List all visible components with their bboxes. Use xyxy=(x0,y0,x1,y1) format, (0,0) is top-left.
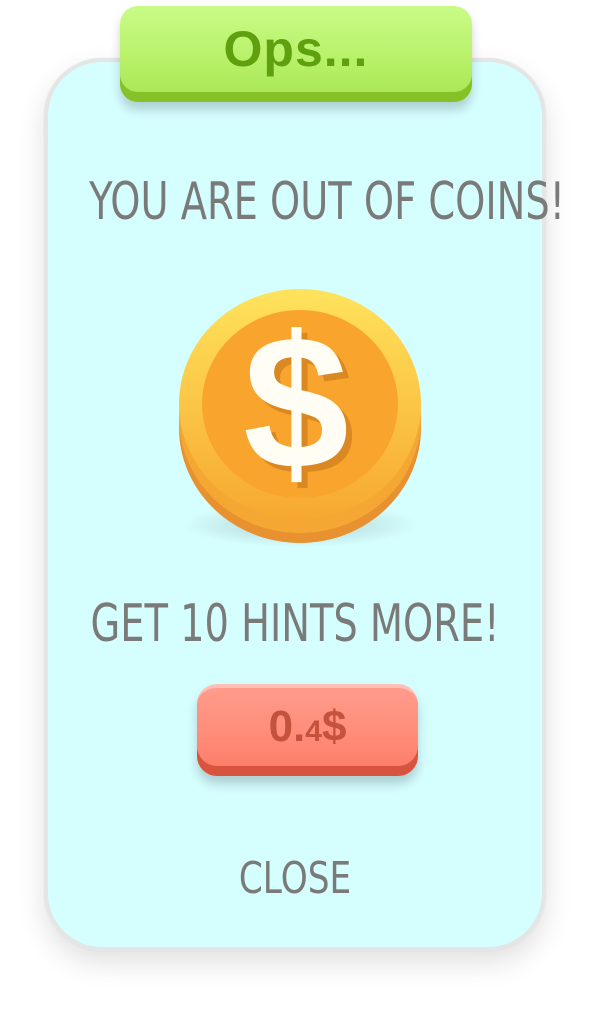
title-banner: Ops... xyxy=(120,6,472,102)
buy-hints-button[interactable]: 0. 4 $ xyxy=(197,684,418,776)
hints-offer-text: GET 10 HINTS MORE! xyxy=(90,594,500,654)
close-button[interactable]: CLOSE xyxy=(99,853,491,904)
svg-text:$: $ xyxy=(243,297,349,509)
dialog-title: Ops... xyxy=(223,21,369,77)
price-prefix: 0. xyxy=(268,702,306,751)
price-digit: 4 xyxy=(305,715,322,748)
price-currency: $ xyxy=(321,702,347,751)
price-label: 0. 4 $ xyxy=(269,702,347,752)
dollar-coin-icon: $ $ xyxy=(176,280,426,555)
out-of-coins-message: YOU ARE OUT OF COINS! xyxy=(89,172,566,232)
